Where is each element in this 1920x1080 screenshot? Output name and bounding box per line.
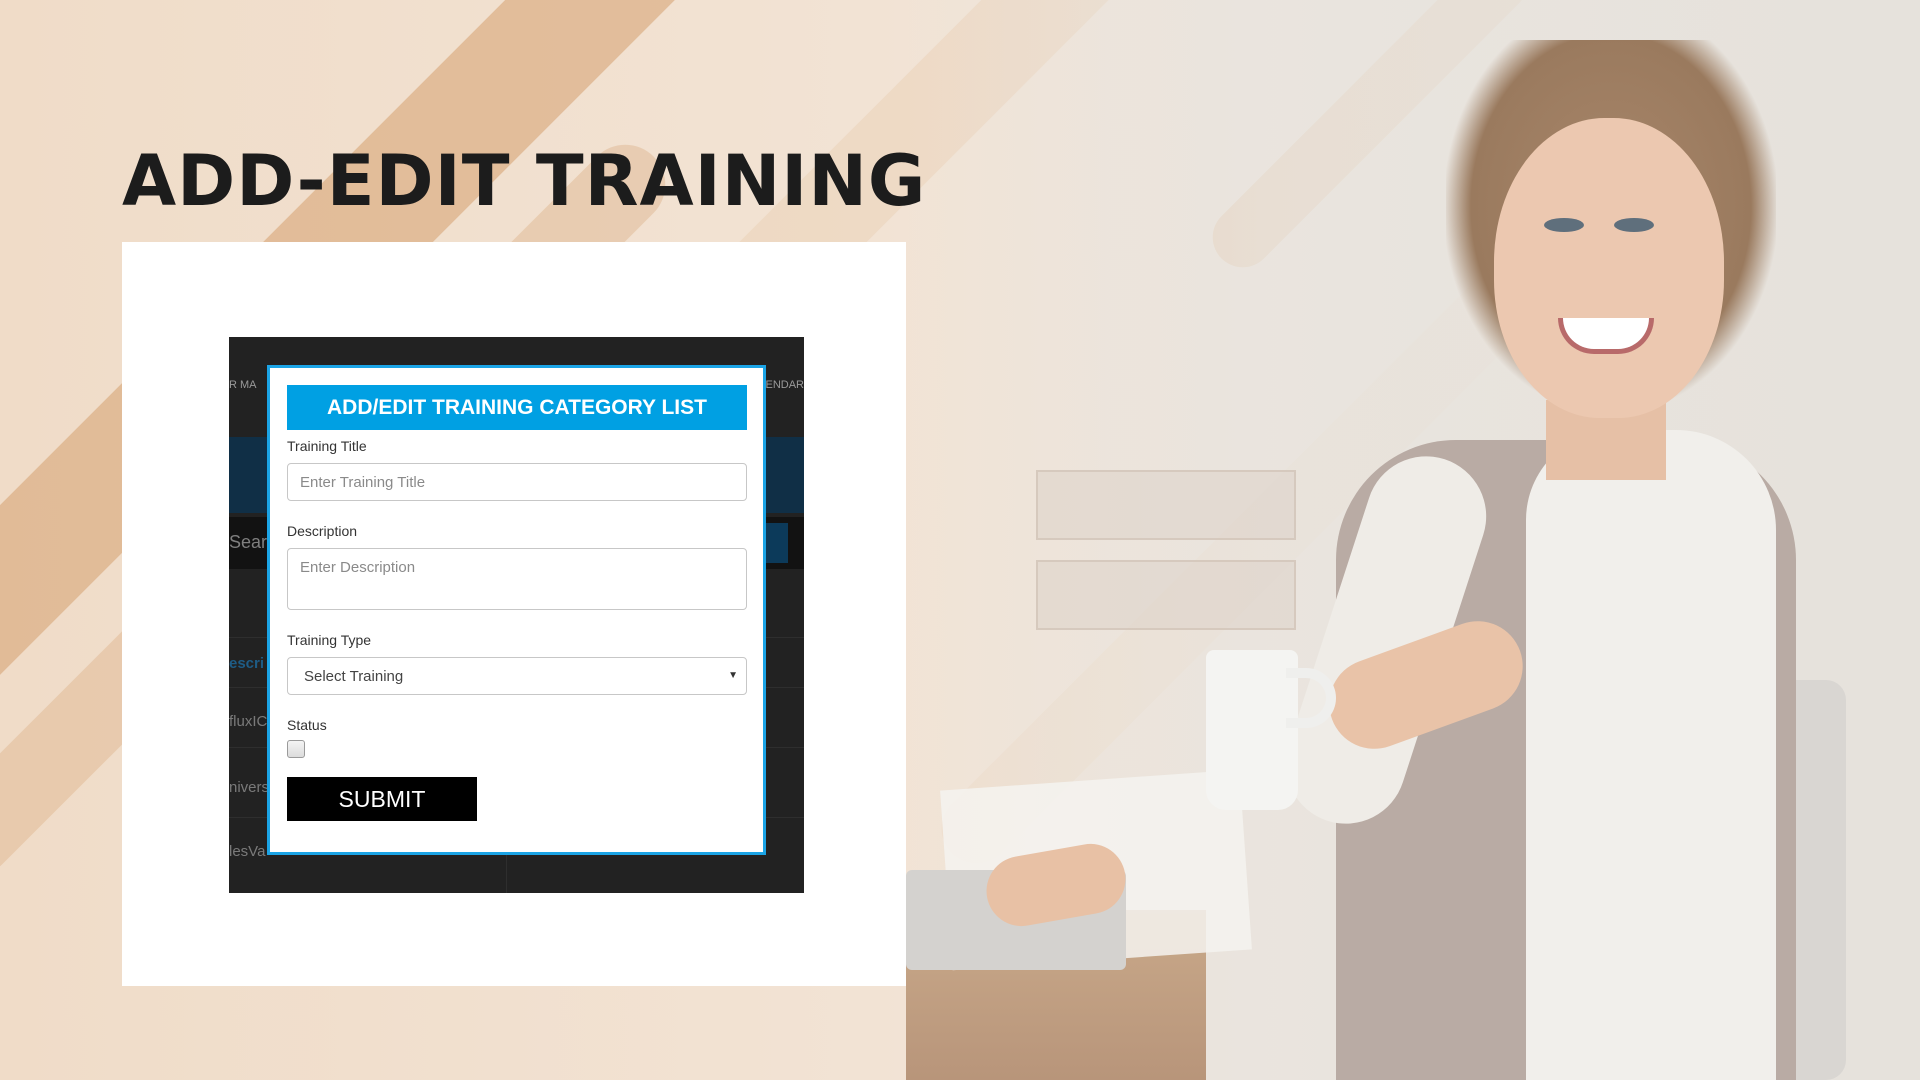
- app-search-label[interactable]: Sear: [229, 532, 267, 553]
- description-textarea[interactable]: [287, 548, 747, 610]
- status-label: Status: [287, 717, 327, 733]
- page-title: ADD-EDIT TRAINING: [122, 140, 927, 222]
- app-nav-item[interactable]: ENDAR: [765, 379, 804, 391]
- submit-button[interactable]: SUBMIT: [287, 777, 477, 821]
- training-type-label: Training Type: [287, 632, 372, 648]
- hero-photo: [906, 0, 1920, 1080]
- training-title-label: Training Title: [287, 438, 367, 454]
- photo-mug: [1206, 650, 1298, 810]
- app-nav-item[interactable]: R MA: [229, 379, 257, 391]
- add-edit-training-modal: ADD/EDIT TRAINING CATEGORY LIST Training…: [267, 365, 766, 855]
- photo-person-eye: [1544, 218, 1584, 232]
- training-title-input[interactable]: [287, 463, 747, 501]
- training-type-selected-value: Select Training: [304, 667, 404, 685]
- table-row: fluxIC: [229, 713, 268, 730]
- photo-person-face: [1494, 118, 1724, 418]
- photo-person-eye: [1614, 218, 1654, 232]
- description-label: Description: [287, 523, 358, 539]
- table-header: escri: [229, 655, 265, 672]
- table-row: nivers: [229, 779, 270, 796]
- photo-drawer: [1036, 470, 1296, 540]
- status-checkbox[interactable]: [287, 740, 305, 758]
- photo-drawer: [1036, 560, 1296, 630]
- modal-header: ADD/EDIT TRAINING CATEGORY LIST: [287, 385, 747, 430]
- chevron-down-icon: ▼: [728, 670, 738, 681]
- training-type-select[interactable]: Select Training ▼: [287, 657, 747, 695]
- table-row: lesVa: [229, 843, 266, 860]
- photo-person-cardigan: [1526, 430, 1776, 1080]
